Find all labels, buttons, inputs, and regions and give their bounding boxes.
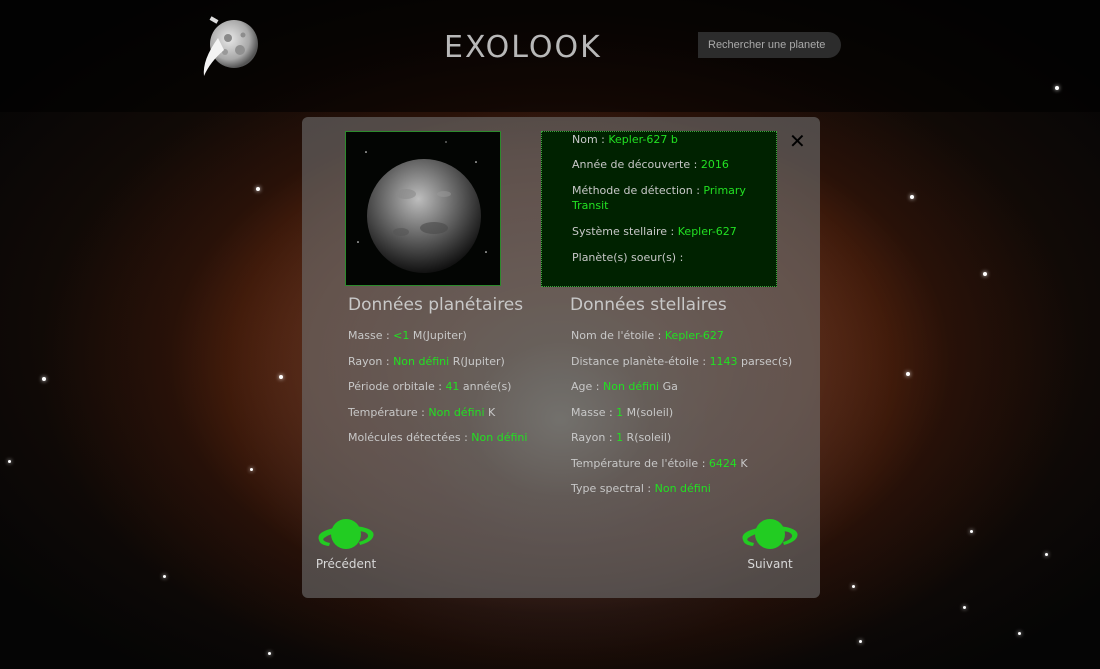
- row-value: 41: [445, 380, 460, 393]
- row-label: Nom de l'étoile :: [571, 329, 665, 342]
- info-name-row: Nom : Kepler-627 b: [572, 132, 776, 147]
- stellar-data-list: Nom de l'étoile : Kepler-627 Distance pl…: [571, 329, 792, 508]
- info-year-row: Année de découverte : 2016: [572, 157, 776, 172]
- planet-name-value: Kepler-627 b: [608, 133, 678, 146]
- next-button[interactable]: Suivant: [738, 513, 802, 571]
- row-value: Non défini: [654, 482, 711, 495]
- stellar-row: Nom de l'étoile : Kepler-627: [571, 329, 792, 355]
- info-label: Planète(s) soeur(s) :: [572, 251, 684, 264]
- star-system-value: Kepler-627: [677, 225, 737, 238]
- row-label: Température :: [348, 405, 429, 419]
- row-unit: K: [484, 405, 496, 419]
- planetary-row: Température : Non défini K: [348, 406, 527, 432]
- info-siblings-row: Planète(s) soeur(s) :: [572, 250, 776, 265]
- planetary-data-title: Données planétaires: [348, 295, 524, 315]
- search-input[interactable]: [698, 32, 841, 58]
- planet-summary-panel: Nom : Kepler-627 b Année de découverte :…: [541, 131, 777, 287]
- row-label: Molécules détectées :: [348, 431, 472, 444]
- planet-detail-modal: Nom : Kepler-627 b Année de découverte :…: [302, 117, 820, 598]
- row-value: 6424: [708, 456, 737, 470]
- row-unit: K: [736, 456, 748, 470]
- planet-image: [345, 131, 501, 286]
- planetary-row: Période orbitale : 41 année(s): [348, 380, 527, 406]
- star-decoration: [1055, 86, 1059, 90]
- stellar-row: Age : Non défini Ga: [571, 380, 792, 406]
- row-value: <1: [393, 329, 410, 342]
- moon-satellite-icon[interactable]: [198, 16, 262, 80]
- row-unit: M(soleil): [623, 405, 674, 419]
- star-decoration: [163, 575, 166, 578]
- previous-button[interactable]: Précédent: [312, 513, 380, 571]
- info-label: Nom :: [572, 133, 609, 146]
- next-label: Suivant: [747, 557, 793, 571]
- star-decoration: [963, 606, 966, 609]
- star-decoration: [1018, 632, 1021, 635]
- previous-label: Précédent: [315, 557, 377, 571]
- row-unit: M(Jupiter): [409, 329, 467, 342]
- star-decoration: [1045, 553, 1048, 556]
- star-decoration: [279, 375, 283, 379]
- star-decoration: [42, 377, 46, 381]
- star-decoration: [910, 195, 914, 199]
- info-method-row: Méthode de détection : Primary Transit: [572, 183, 776, 213]
- star-decoration: [970, 530, 973, 533]
- planetary-row: Molécules détectées : Non défini: [348, 431, 527, 457]
- stellar-row: Distance planète-étoile : 1143 parsec(s): [571, 355, 792, 381]
- planetary-data-list: Masse : <1 M(Jupiter) Rayon : Non défini…: [348, 329, 527, 457]
- row-value: Kepler-627: [664, 329, 724, 342]
- planetary-row: Rayon : Non défini R(Jupiter): [348, 355, 527, 381]
- row-label: Masse :: [571, 405, 617, 419]
- row-label: Rayon :: [571, 431, 617, 444]
- discovery-year-value: 2016: [700, 158, 729, 171]
- row-unit: Ga: [659, 380, 678, 393]
- row-unit: R(Jupiter): [449, 354, 505, 368]
- star-decoration: [906, 372, 910, 376]
- row-label: Rayon :: [348, 354, 394, 368]
- star-decoration: [859, 640, 862, 643]
- stellar-row: Type spectral : Non défini: [571, 482, 792, 508]
- info-system-row: Système stellaire : Kepler-627: [572, 224, 776, 239]
- row-unit: parsec(s): [737, 354, 793, 368]
- stellar-data-title: Données stellaires: [570, 295, 727, 315]
- stellar-row: Masse : 1 M(soleil): [571, 406, 792, 432]
- star-decoration: [852, 585, 855, 588]
- row-value: Non défini: [602, 380, 660, 393]
- star-decoration: [256, 187, 260, 191]
- saturn-planet-icon: [742, 519, 798, 549]
- stellar-row: Rayon : 1 R(soleil): [571, 431, 792, 457]
- row-unit: année(s): [459, 380, 512, 393]
- info-label: Méthode de détection :: [572, 184, 704, 197]
- row-value: 1: [616, 431, 624, 444]
- row-label: Masse :: [348, 329, 394, 342]
- row-label: Age :: [571, 380, 603, 393]
- row-value: 1143: [709, 354, 738, 368]
- star-decoration: [983, 272, 987, 276]
- site-title: EXOLOOK: [444, 30, 602, 65]
- info-label: Système stellaire :: [572, 225, 678, 238]
- row-value: Non défini: [393, 354, 450, 368]
- row-label: Température de l'étoile :: [571, 456, 709, 470]
- info-label: Année de découverte :: [572, 158, 701, 171]
- planetary-row: Masse : <1 M(Jupiter): [348, 329, 527, 355]
- row-label: Type spectral :: [571, 482, 655, 495]
- saturn-planet-icon: [318, 519, 374, 549]
- close-icon[interactable]: ✕: [789, 131, 806, 151]
- row-value: Non défini: [428, 405, 485, 419]
- star-decoration: [250, 468, 253, 471]
- star-decoration: [268, 652, 271, 655]
- star-decoration: [8, 460, 11, 463]
- row-label: Distance planète-étoile :: [571, 354, 710, 368]
- row-unit: R(soleil): [623, 431, 672, 444]
- row-label: Période orbitale :: [348, 380, 446, 393]
- stellar-row: Température de l'étoile : 6424 K: [571, 457, 792, 483]
- row-value: Non défini: [471, 431, 528, 444]
